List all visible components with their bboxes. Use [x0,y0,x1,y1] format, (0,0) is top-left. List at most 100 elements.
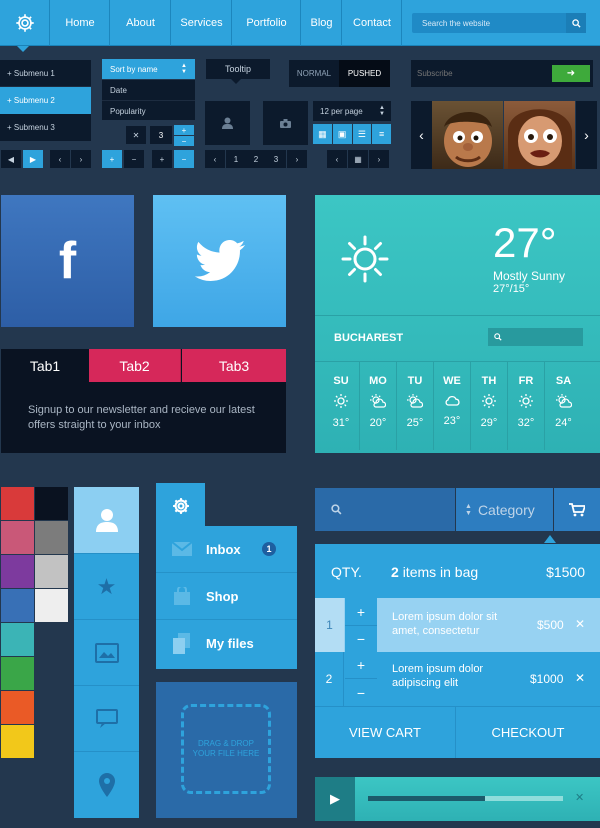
cart-button[interactable] [554,488,600,531]
color-swatch[interactable] [35,589,68,622]
qty-plus-button[interactable]: + [345,598,377,625]
nav-contact[interactable]: Contact [343,0,402,46]
dropzone[interactable]: DRAG & DROP YOUR FILE HERE [156,682,297,818]
play-button[interactable]: ▶ [315,777,355,821]
page-2[interactable]: 2 [246,150,266,168]
chevron-left-icon[interactable]: ‹ [50,150,70,168]
pagination-prev[interactable]: ‹ [205,150,225,168]
category-select[interactable]: ▲ ▼ Category [456,488,553,531]
menu-gear-tab[interactable] [156,483,205,528]
color-swatch[interactable] [1,691,34,724]
submenu-item-1[interactable]: + Submenu 1 [0,60,91,87]
close-icon[interactable]: ✕ [126,126,146,144]
cart-search[interactable] [315,488,455,531]
sidebar-item-location[interactable] [74,752,139,818]
color-swatch[interactable] [1,487,34,520]
color-swatch[interactable] [1,623,34,656]
twitter-tile[interactable] [153,195,286,327]
page-1[interactable]: 1 [226,150,246,168]
color-swatch[interactable] [1,657,34,690]
toggle-pushed[interactable]: PUSHED [339,60,390,87]
subscribe-button[interactable]: ➜ [552,65,590,82]
plus-button-dark[interactable]: + [152,150,172,168]
per-page-select[interactable]: 12 per page ▲ ▼ [313,101,391,121]
progress-track[interactable] [368,796,563,801]
user-icon [95,509,118,532]
play-arrow-icon[interactable]: ▶ [23,150,43,168]
nav-portfolio[interactable]: Portfolio [233,0,301,46]
color-swatch[interactable] [1,555,34,588]
nav-services[interactable]: Services [172,0,232,46]
remove-item-icon[interactable]: ✕ [575,617,585,631]
nav-blog[interactable]: Blog [302,0,342,46]
search-icon[interactable] [566,13,586,33]
nav-home[interactable]: Home [51,0,110,46]
list-icon[interactable]: ☰ [352,124,372,144]
plus-button[interactable]: + [102,150,122,168]
submenu-item-2[interactable]: + Submenu 2 [0,87,91,114]
close-icon[interactable]: ✕ [575,791,584,804]
gallery-grid-icon[interactable]: ▦ [348,150,368,168]
tab-3[interactable]: Tab3 [182,349,286,382]
grid-small-icon[interactable]: ▦ [313,124,332,144]
chevron-right-icon[interactable]: › [71,150,91,168]
facebook-tile[interactable]: f [1,195,134,327]
tab-1[interactable]: Tab1 [1,349,89,382]
user-button[interactable] [205,101,250,145]
list-detail-icon[interactable]: ≡ [372,124,391,144]
stepper-value[interactable]: 3 [150,126,172,144]
page-3[interactable]: 3 [266,150,286,168]
minus-button-blue[interactable]: − [174,150,194,168]
menu-item-shop[interactable]: Shop [156,573,297,620]
stepper-minus-button[interactable]: − [174,136,194,146]
qty-plus-button[interactable]: + [345,652,377,679]
color-swatch[interactable] [1,589,34,622]
gallery-prev[interactable]: ‹ [327,150,347,168]
tab-content: Signup to our newsletter and recieve our… [28,404,255,431]
color-swatch[interactable] [35,487,68,520]
sort-select[interactable]: Sort by name ▲ ▼ [102,59,195,79]
forecast-day-tu: TU 25° [397,362,434,450]
cart-item-1: 1 + − Lorem ipsum dolor sit amet, consec… [315,598,600,652]
sort-arrows-icon: ▲ ▼ [181,63,187,75]
camera-button[interactable] [263,101,308,145]
gallery-next[interactable]: › [369,150,389,168]
sort-option-popularity[interactable]: Popularity [110,107,146,116]
view-cart-button[interactable]: VIEW CART [315,707,456,758]
checkout-button[interactable]: CHECKOUT [456,707,600,758]
color-swatch[interactable] [1,521,34,554]
submenu-item-3[interactable]: + Submenu 3 [0,114,91,141]
grid-large-icon[interactable]: ▣ [332,124,352,144]
sidebar-item-user[interactable] [74,487,139,554]
slider-image-2[interactable] [504,101,575,169]
nav-about[interactable]: About [111,0,171,46]
search-input[interactable] [412,13,564,34]
toggle-normal[interactable]: NORMAL [289,60,339,87]
sidebar-item-images[interactable] [74,620,139,686]
color-swatch[interactable] [35,555,68,588]
tooltip: Tooltip [206,59,270,79]
qty-minus-button[interactable]: − [345,679,377,706]
menu-item-inbox[interactable]: Inbox 1 [156,526,297,573]
color-swatch[interactable] [35,521,68,554]
city-search[interactable] [488,328,583,346]
sidebar-item-messages[interactable] [74,686,139,752]
color-swatch[interactable] [1,725,34,758]
qty-minus-button[interactable]: − [345,625,377,652]
stepper-plus-button[interactable]: + [174,125,194,135]
sidebar-item-favorites[interactable]: ★ [74,554,139,620]
tab-2[interactable]: Tab2 [89,349,181,382]
cloud-icon [434,394,470,406]
remove-item-icon[interactable]: ✕ [575,671,585,685]
slider-prev-arrow[interactable]: ‹ [411,101,432,169]
menu-item-files[interactable]: My files [156,620,297,667]
forecast-day-sa: SA 24° [545,362,582,450]
minus-button[interactable]: − [124,150,144,168]
pagination-next[interactable]: › [287,150,307,168]
slider-next-arrow[interactable]: › [576,101,597,169]
subscribe-input[interactable] [417,65,547,82]
sort-option-date[interactable]: Date [110,86,127,95]
settings-logo-icon[interactable] [0,0,50,46]
slider-image-1[interactable] [432,101,503,169]
prev-arrow-icon[interactable]: ◀ [1,150,21,168]
